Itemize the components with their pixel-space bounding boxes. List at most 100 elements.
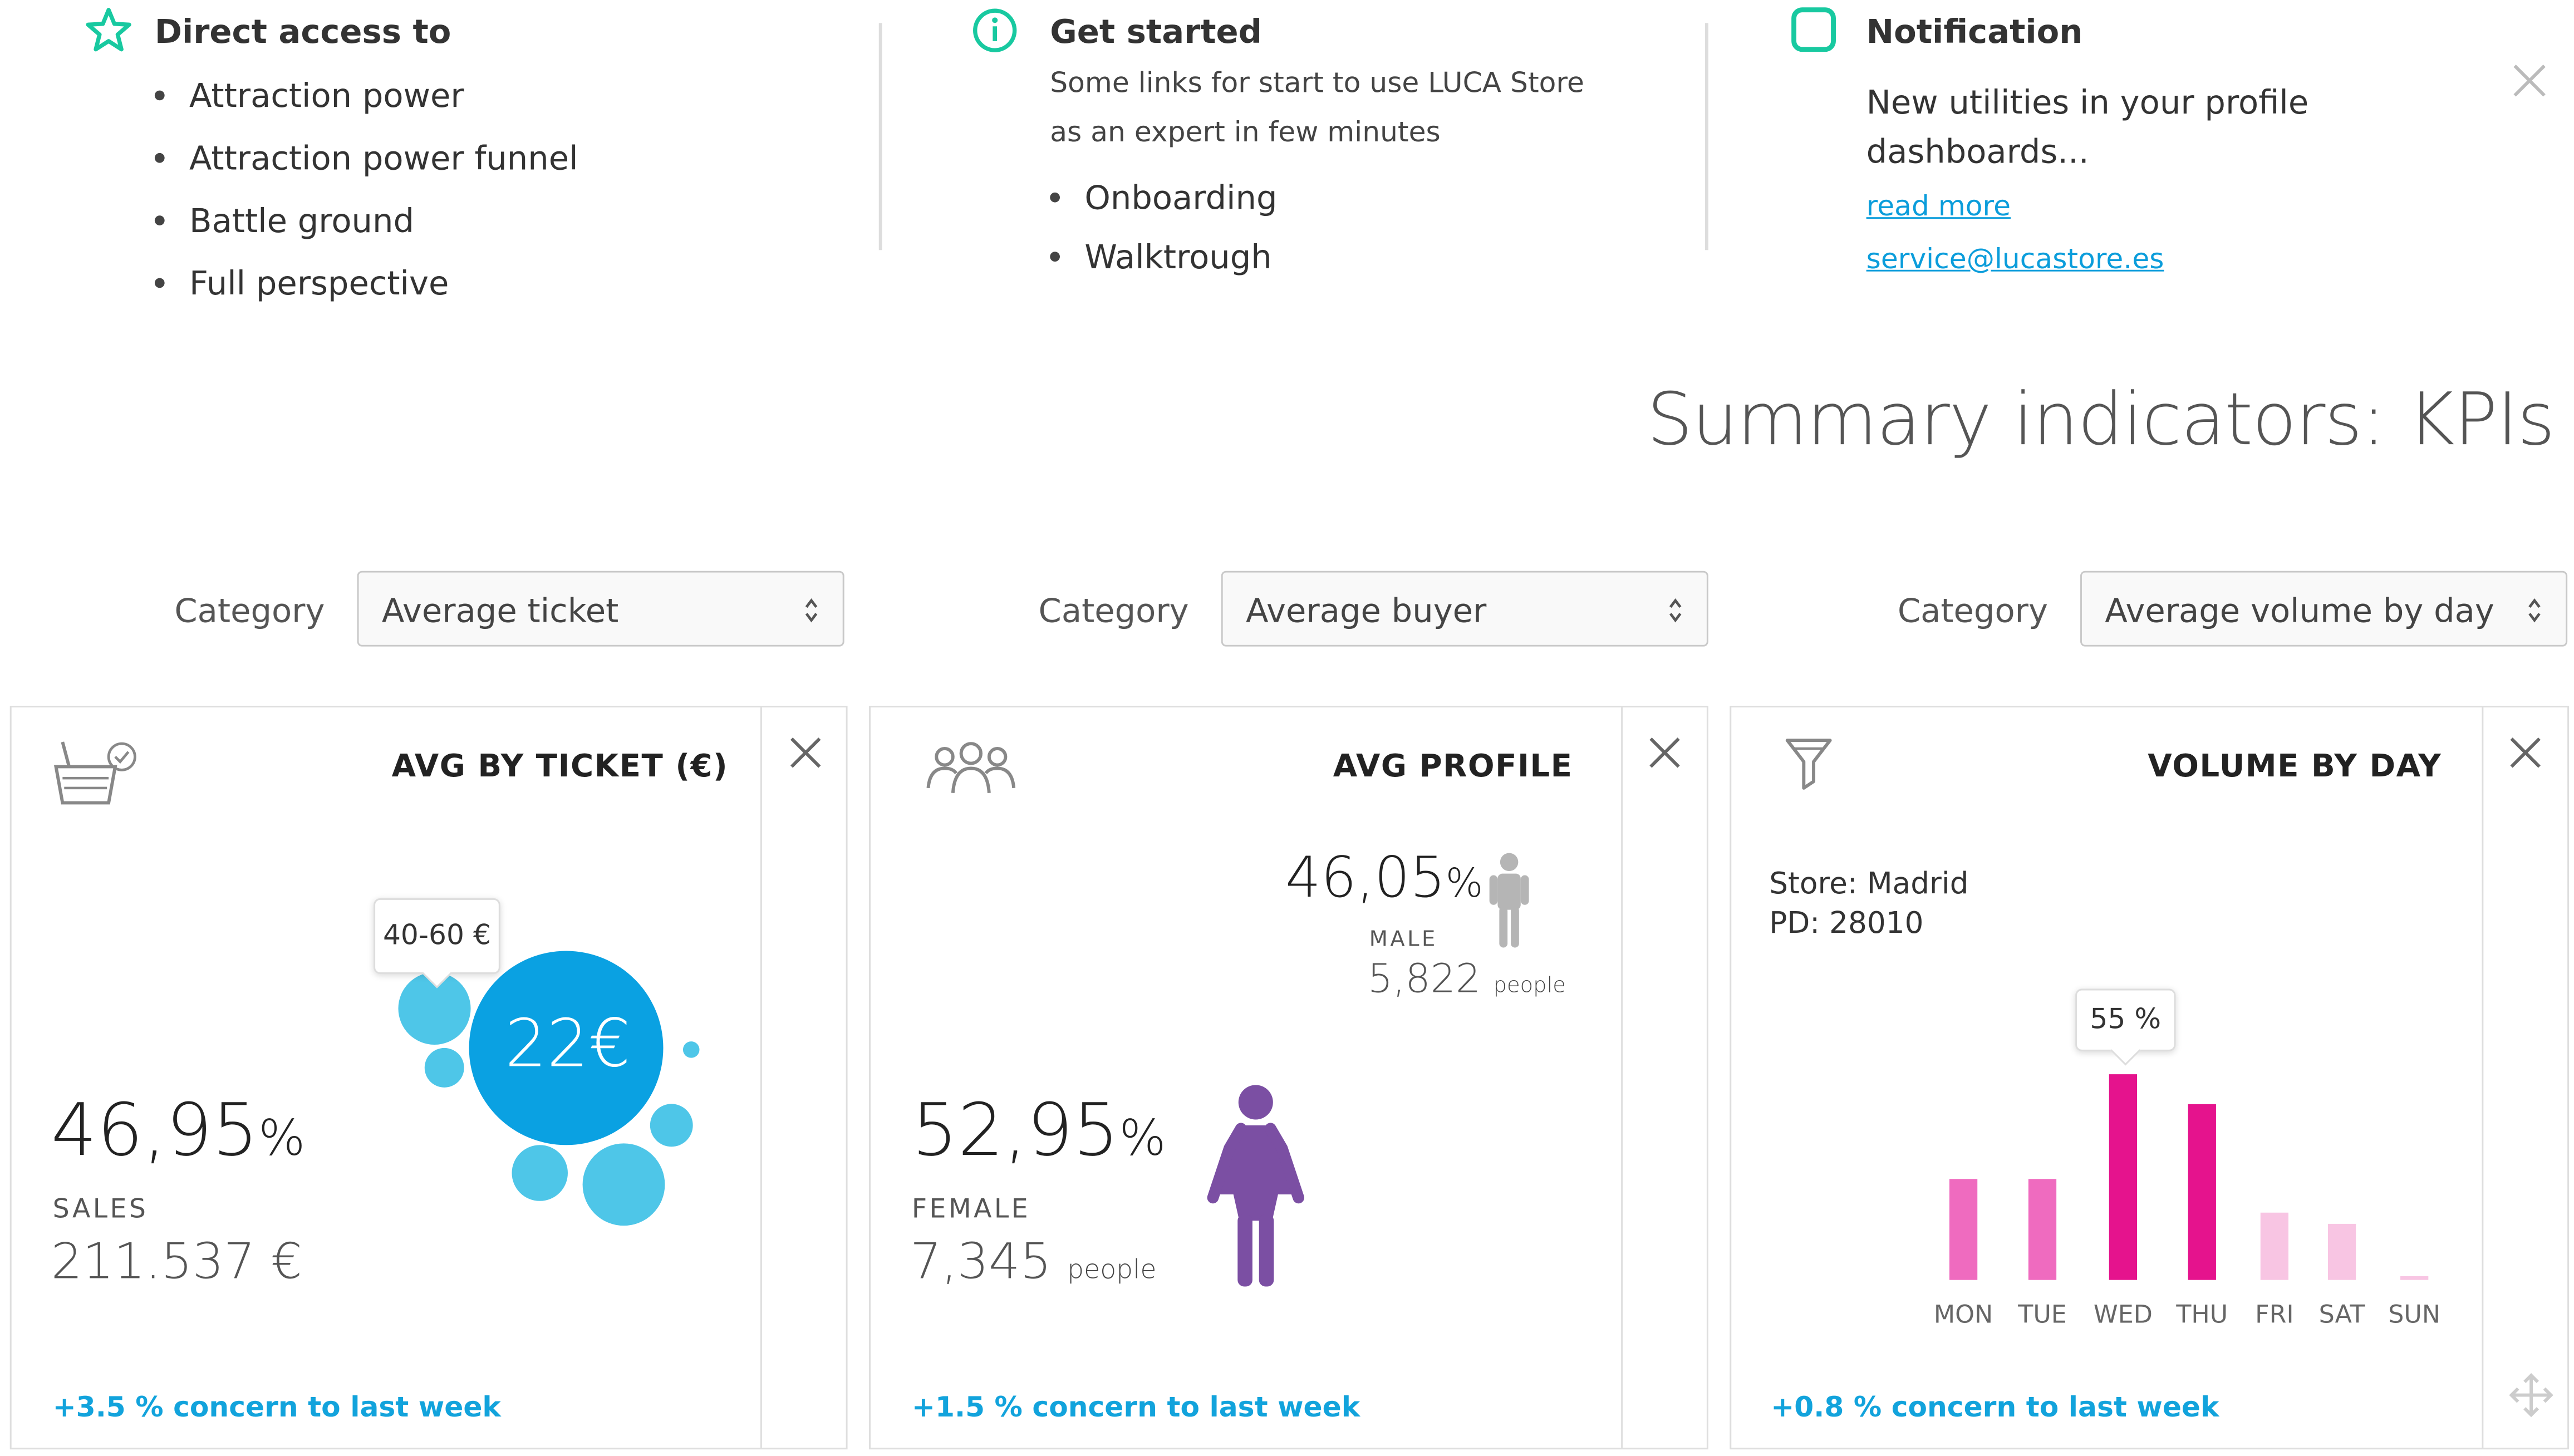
male-figure-icon (1486, 852, 1532, 948)
female-figure-icon (1206, 1083, 1305, 1290)
female-count-value: 7,345 (910, 1233, 1052, 1292)
funnel-icon (1784, 735, 1834, 791)
bar-thu (2188, 1104, 2216, 1280)
female-percent-value: 52,95 (911, 1089, 1119, 1173)
postal-district-text: PD: 28010 (1769, 906, 1924, 941)
email-link[interactable]: service@lucastore.es (1866, 243, 2164, 276)
bubble (582, 1143, 665, 1226)
bar-fri (2260, 1212, 2289, 1280)
percent-sign: % (1119, 1110, 1166, 1168)
sales-percent: 46,95% (51, 1089, 306, 1173)
column-divider (878, 23, 882, 250)
bar-mon (1949, 1179, 1978, 1280)
get-started-description: Some links for start to use LUCA Store a… (1050, 59, 1584, 158)
day-label-tue: TUE (2018, 1300, 2067, 1330)
get-started-description-line2: as an expert in few minutes (1050, 116, 1441, 150)
card-avg-profile (869, 706, 1708, 1450)
bubble (650, 1104, 693, 1147)
close-card-icon[interactable] (1647, 735, 1682, 770)
select-arrows-icon (2528, 598, 2541, 623)
direct-access-list: Attraction power Attraction power funnel… (154, 76, 578, 326)
notification-text-line1: New utilities in your profile (1866, 82, 2309, 122)
volume-bar-chart (1949, 1074, 2429, 1280)
day-label-sun: SUN (2388, 1300, 2441, 1330)
female-percent: 52,95% (912, 1089, 1166, 1173)
male-percent-value: 46,05 (1285, 845, 1446, 912)
card-title-volume-by-day: VOLUME BY DAY (2148, 748, 2442, 785)
day-label-thu: THU (2176, 1300, 2228, 1330)
male-percent: 46,05% (1285, 845, 1483, 911)
day-label-wed: WED (2093, 1300, 2153, 1330)
bubble-value: 22€ (505, 1007, 631, 1083)
category-select-value: Average volume by day (2105, 591, 2494, 631)
concern-text: +3.5 % concern to last week (52, 1391, 501, 1425)
percent-sign: % (258, 1110, 306, 1168)
bar-tooltip: 55 % (2075, 988, 2176, 1051)
category-label: Category (1038, 591, 1189, 631)
direct-access-link-attraction-power-funnel[interactable]: Attraction power funnel (154, 138, 578, 200)
card-side-panel (1621, 707, 1707, 1448)
notification-title: Notification (1866, 11, 2083, 51)
notification-text: New utilities in your profile dashboards… (1866, 77, 2309, 176)
concern-text: +1.5 % concern to last week (911, 1391, 1360, 1425)
category-select-volume[interactable]: Average volume by day (2080, 570, 2568, 647)
notification-text-line2: dashboards... (1866, 131, 2089, 171)
select-arrows-icon (805, 598, 818, 623)
get-started-link-walkthrough[interactable]: Walktrough (1050, 237, 1277, 299)
concern-text: +0.8 % concern to last week (1771, 1391, 2219, 1425)
get-started-link-onboarding[interactable]: Onboarding (1050, 178, 1278, 237)
store-text: Store: Madrid (1769, 867, 1969, 902)
people-group-icon (925, 742, 1018, 798)
get-started-description-line1: Some links for start to use LUCA Store (1050, 67, 1584, 101)
direct-access-title: Direct access to (154, 11, 451, 51)
category-select-value: Average buyer (1246, 591, 1487, 631)
bar-sun (2400, 1276, 2429, 1280)
star-icon (86, 7, 132, 53)
category-label: Category (1897, 591, 2048, 631)
read-more-link[interactable]: read more (1866, 191, 2011, 224)
bubble-tooltip: 40-60 € (374, 898, 500, 974)
female-label: FEMALE (911, 1193, 1031, 1224)
kpis-heading: Summary indicators: KPIs (1647, 378, 2555, 463)
male-count: 5,822 people (1368, 956, 1566, 1002)
category-select-ticket[interactable]: Average ticket (357, 570, 844, 647)
card-side-panel (760, 707, 846, 1448)
bubble (512, 1145, 568, 1201)
drag-move-icon[interactable] (2508, 1372, 2555, 1418)
people-unit: people (1493, 973, 1566, 999)
select-arrows-icon (1669, 598, 1682, 623)
day-label-mon: MON (1933, 1300, 1993, 1330)
close-card-icon[interactable] (788, 735, 823, 770)
sales-amount: 211.537 € (51, 1233, 303, 1292)
column-divider (1704, 23, 1708, 250)
bar-wed (2109, 1074, 2138, 1280)
category-select-value: Average ticket (381, 591, 619, 631)
male-label: MALE (1369, 928, 1438, 953)
sales-label: SALES (52, 1193, 149, 1224)
day-label-sat: SAT (2318, 1300, 2365, 1330)
sales-percent-value: 46,95 (51, 1089, 259, 1173)
basket-icon (50, 737, 139, 809)
direct-access-link-full-perspective[interactable]: Full perspective (154, 263, 578, 326)
info-icon (971, 7, 1019, 55)
get-started-list: Onboarding Walktrough (1050, 178, 1278, 299)
bar-tue (2028, 1179, 2057, 1280)
category-select-buyer[interactable]: Average buyer (1221, 570, 1708, 647)
card-side-panel (2482, 707, 2567, 1448)
get-started-title: Get started (1050, 11, 1262, 51)
close-card-icon[interactable] (2508, 735, 2543, 770)
category-label: Category (174, 591, 325, 631)
bubble (424, 1047, 464, 1088)
bubble (682, 1041, 700, 1058)
direct-access-link-attraction-power[interactable]: Attraction power (154, 76, 578, 138)
direct-access-link-battle-ground[interactable]: Battle ground (154, 201, 578, 263)
bar-sat (2327, 1223, 2356, 1280)
female-count: 7,345 people (910, 1234, 1157, 1291)
checkbox-icon (1791, 7, 1837, 53)
male-count-value: 5,822 (1367, 956, 1481, 1002)
card-title-avg-profile: AVG PROFILE (1333, 748, 1573, 785)
card-title-avg-ticket: AVG BY TICKET (€) (391, 748, 729, 785)
percent-sign: % (1445, 860, 1484, 907)
close-notification-icon[interactable] (2512, 62, 2548, 99)
people-unit: people (1067, 1253, 1157, 1285)
